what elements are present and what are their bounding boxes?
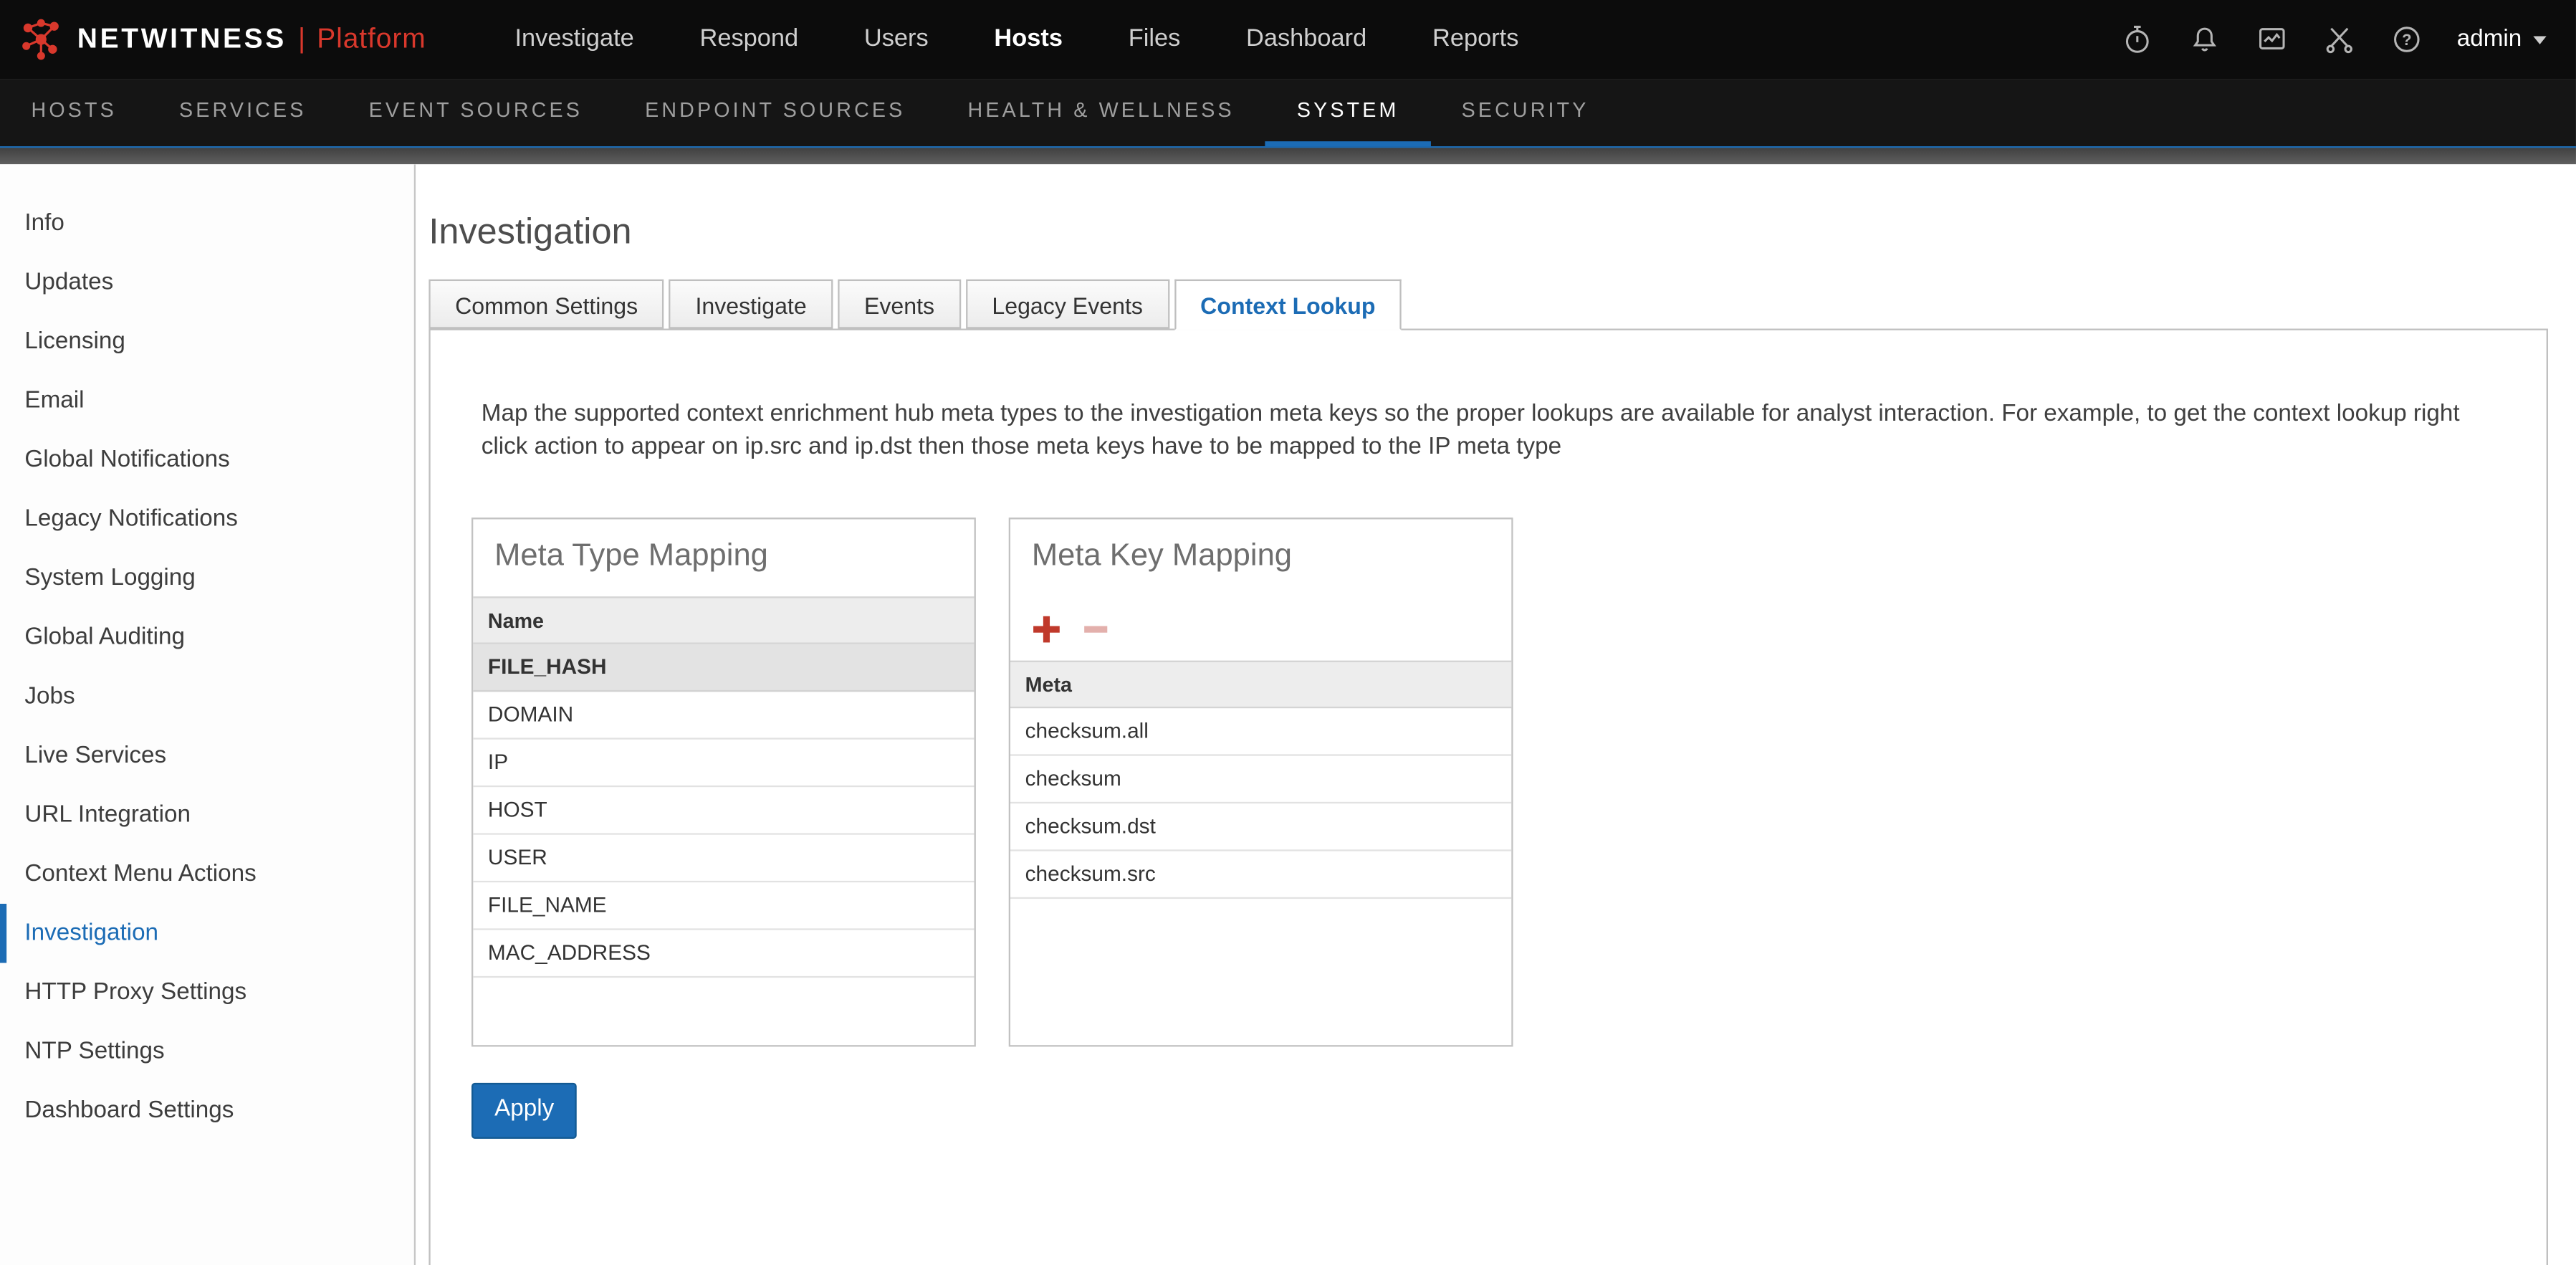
content-area: Info Updates Licensing Email Global Noti… xyxy=(0,164,2576,1265)
meta-type-mapping-box: Meta Type Mapping Name FILE_HASH DOMAIN … xyxy=(471,517,976,1046)
investigation-tabs: Common Settings Investigate Events Legac… xyxy=(428,280,2548,329)
sidebar-item-ntp-settings[interactable]: NTP Settings xyxy=(0,1022,414,1082)
apply-button[interactable]: Apply xyxy=(471,1083,577,1138)
user-name: admin xyxy=(2457,27,2522,53)
sidebar-item-updates[interactable]: Updates xyxy=(0,253,414,312)
meta-key-mapping-title: Meta Key Mapping xyxy=(1010,519,1511,596)
sidebar-item-dashboard-settings[interactable]: Dashboard Settings xyxy=(0,1082,414,1141)
user-menu[interactable]: admin xyxy=(2457,27,2547,53)
meta-type-row-mac-address[interactable]: MAC_ADDRESS xyxy=(473,930,974,978)
nav-respond[interactable]: Respond xyxy=(667,0,831,79)
subnav-security[interactable]: SECURITY xyxy=(1430,79,1620,146)
subnav-health-wellness[interactable]: HEALTH & WELLNESS xyxy=(937,79,1265,146)
subnav-system[interactable]: SYSTEM xyxy=(1265,79,1430,146)
sidebar-item-context-menu-actions[interactable]: Context Menu Actions xyxy=(0,844,414,904)
nav-hosts[interactable]: Hosts xyxy=(962,0,1096,79)
meta-key-toolbar xyxy=(1010,596,1511,660)
subnav-endpoint-sources[interactable]: ENDPOINT SOURCES xyxy=(614,79,937,146)
add-meta-key-button[interactable] xyxy=(1033,616,1060,642)
admin-sub-nav: HOSTS SERVICES EVENT SOURCES ENDPOINT SO… xyxy=(0,79,2576,148)
tab-investigate[interactable]: Investigate xyxy=(669,280,833,329)
brand-name: NETWITNESS xyxy=(77,23,287,56)
system-sidebar: Info Updates Licensing Email Global Noti… xyxy=(0,164,416,1265)
subnav-event-sources[interactable]: EVENT SOURCES xyxy=(337,79,613,146)
brand-product: Platform xyxy=(317,23,426,56)
sidebar-item-info[interactable]: Info xyxy=(0,194,414,254)
sidebar-item-global-auditing[interactable]: Global Auditing xyxy=(0,608,414,667)
subnav-hosts[interactable]: HOSTS xyxy=(0,79,148,146)
meta-type-row-user[interactable]: USER xyxy=(473,835,974,882)
page-title: Investigation xyxy=(428,210,2548,253)
context-lookup-panel: Map the supported context enrichment hub… xyxy=(428,329,2548,1265)
netwitness-app: NETWITNESS | Platform Investigate Respon… xyxy=(0,0,2576,1265)
meta-type-row-domain[interactable]: DOMAIN xyxy=(473,692,974,739)
main-pane: Investigation Common Settings Investigat… xyxy=(416,164,2576,1265)
meta-type-row-file-name[interactable]: FILE_NAME xyxy=(473,882,974,930)
sidebar-item-licensing[interactable]: Licensing xyxy=(0,312,414,372)
remove-meta-key-button[interactable] xyxy=(1084,625,1107,631)
meta-type-column-header: Name xyxy=(473,596,974,644)
meta-key-column-header: Meta xyxy=(1010,661,1511,708)
jobs-icon[interactable] xyxy=(2255,23,2288,56)
meta-type-row-host[interactable]: HOST xyxy=(473,787,974,834)
meta-key-row-checksum[interactable]: checksum xyxy=(1010,756,1511,803)
sidebar-item-system-logging[interactable]: System Logging xyxy=(0,549,414,608)
chevron-down-icon xyxy=(2533,35,2546,43)
subnav-services[interactable]: SERVICES xyxy=(148,79,337,146)
top-bar: NETWITNESS | Platform Investigate Respon… xyxy=(0,0,2576,79)
panel-description: Map the supported context enrichment hub… xyxy=(482,399,2473,463)
svg-text:?: ? xyxy=(2401,31,2410,49)
nav-dashboard[interactable]: Dashboard xyxy=(1213,0,1399,79)
sidebar-item-jobs[interactable]: Jobs xyxy=(0,667,414,727)
sidebar-item-http-proxy-settings[interactable]: HTTP Proxy Settings xyxy=(0,963,414,1023)
sidebar-item-url-integration[interactable]: URL Integration xyxy=(0,786,414,845)
brand-separator: | xyxy=(298,23,305,56)
content-top-strip xyxy=(0,148,2576,164)
meta-type-row-file-hash[interactable]: FILE_HASH xyxy=(473,644,974,692)
tools-icon[interactable] xyxy=(2322,23,2355,56)
tab-legacy-events[interactable]: Legacy Events xyxy=(966,280,1169,329)
topbar-actions: ? admin xyxy=(2120,23,2576,56)
meta-key-row-checksum-dst[interactable]: checksum.dst xyxy=(1010,803,1511,851)
sidebar-item-email[interactable]: Email xyxy=(0,371,414,431)
meta-key-mapping-box: Meta Key Mapping Meta checksum.all check… xyxy=(1009,517,1513,1046)
mapping-boxes: Meta Type Mapping Name FILE_HASH DOMAIN … xyxy=(471,517,2547,1046)
timer-icon[interactable] xyxy=(2120,23,2153,56)
sidebar-item-live-services[interactable]: Live Services xyxy=(0,726,414,786)
tab-context-lookup[interactable]: Context Lookup xyxy=(1174,280,1402,330)
bell-icon[interactable] xyxy=(2188,23,2221,56)
nav-users[interactable]: Users xyxy=(831,0,962,79)
primary-nav: Investigate Respond Users Hosts Files Da… xyxy=(482,0,1552,79)
sidebar-item-legacy-notifications[interactable]: Legacy Notifications xyxy=(0,490,414,549)
meta-type-mapping-title: Meta Type Mapping xyxy=(473,519,974,596)
tab-common-settings[interactable]: Common Settings xyxy=(428,280,664,329)
sidebar-item-global-notifications[interactable]: Global Notifications xyxy=(0,431,414,490)
brand[interactable]: NETWITNESS | Platform xyxy=(0,18,446,61)
nav-investigate[interactable]: Investigate xyxy=(482,0,667,79)
help-icon[interactable]: ? xyxy=(2390,23,2423,56)
nav-reports[interactable]: Reports xyxy=(1399,0,1551,79)
meta-key-row-checksum-all[interactable]: checksum.all xyxy=(1010,708,1511,755)
tab-events[interactable]: Events xyxy=(838,280,961,329)
netwitness-logo-icon xyxy=(20,18,63,61)
meta-type-row-ip[interactable]: IP xyxy=(473,740,974,787)
meta-key-row-checksum-src[interactable]: checksum.src xyxy=(1010,851,1511,899)
nav-files[interactable]: Files xyxy=(1096,0,1213,79)
sidebar-item-investigation[interactable]: Investigation xyxy=(0,904,414,963)
